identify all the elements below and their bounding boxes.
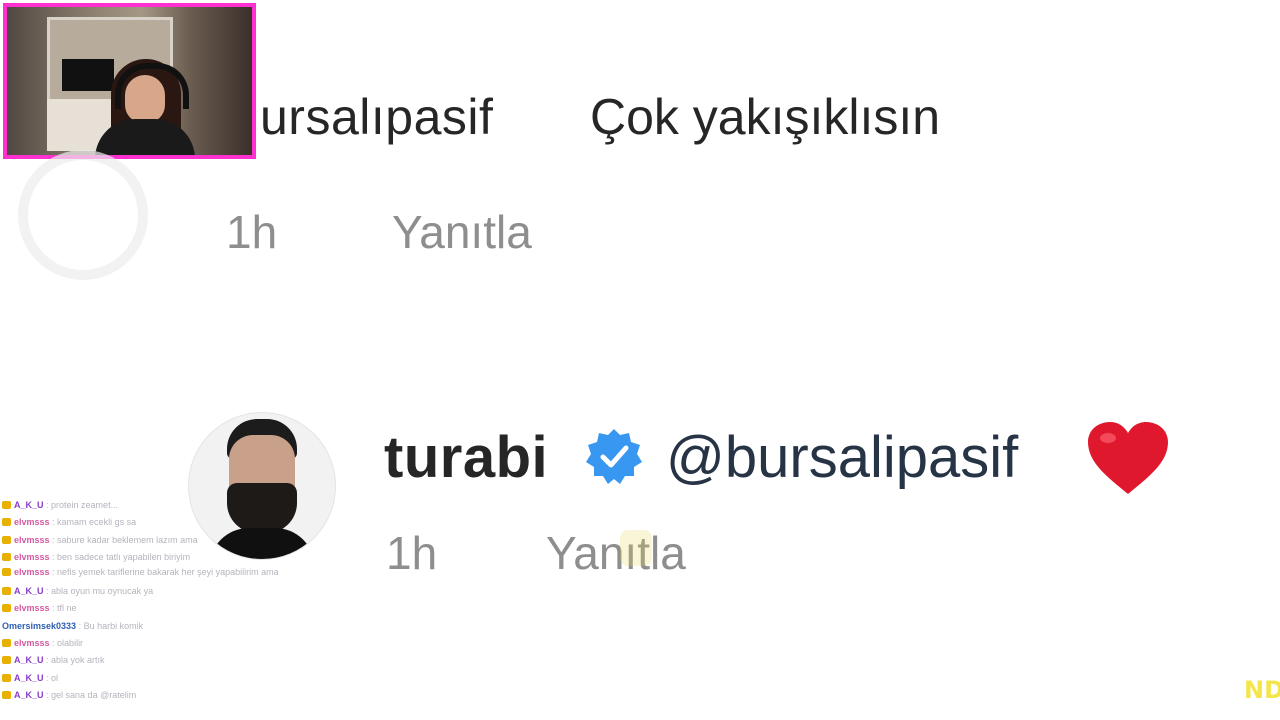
comment-1-username[interactable]: ursalıpasif (260, 88, 493, 146)
chat-text: : tfl ne (52, 603, 77, 614)
comment-2-username[interactable]: turabi (384, 424, 548, 491)
comment-2-reply-button[interactable]: Yanıtla (546, 526, 686, 580)
chat-text: : abla oyun mu oynucak ya (46, 586, 154, 597)
chat-message: elvmsss : olabilir (2, 635, 292, 652)
chat-message: Omersimsek0333 : Bu harbi komik (2, 618, 292, 635)
chat-message: A_K_U : abla oyun mu oynucak ya (2, 583, 292, 600)
stream-chat: A_K_U : protein zeamet... elvmsss : kama… (2, 497, 292, 719)
sub-badge-icon (2, 690, 11, 699)
red-heart-icon (1088, 422, 1168, 494)
chat-message: A_K_U : protein zeamet... (2, 497, 292, 514)
sub-badge-icon (2, 552, 11, 561)
sub-badge-icon (2, 656, 11, 665)
chat-text: : nefis yemek tariflerine bakarak her şe… (52, 567, 279, 578)
chat-text: : olabilir (52, 638, 84, 649)
chat-username[interactable]: A_K_U (14, 586, 44, 596)
comment-1-time: 1h (226, 206, 278, 258)
chat-message: elvmsss : kamam ecekli gs sa (2, 514, 292, 531)
chat-username[interactable]: elvmsss (14, 638, 50, 648)
chat-text: : ol (46, 672, 59, 683)
headset-icon (115, 63, 189, 109)
sub-badge-icon (2, 568, 11, 577)
chat-text: : protein zeamet... (46, 500, 119, 510)
chat-message: elvmsss : tfl ne (2, 600, 292, 617)
chat-message: elvmsss : sabure kadar beklemem lazım am… (2, 532, 292, 549)
comment-1-avatar[interactable] (18, 150, 148, 280)
comment-2-mention[interactable]: @bursalipasif (666, 424, 1018, 491)
chat-username[interactable]: elvmsss (14, 552, 50, 562)
sub-badge-icon (2, 587, 11, 596)
chat-text: : gel sana da @ratelim (46, 689, 137, 700)
chat-username[interactable]: A_K_U (14, 500, 44, 510)
sub-badge-icon (2, 501, 11, 509)
chat-message: elvmsss : nefis yemek tariflerine bakara… (2, 566, 292, 583)
chat-username[interactable]: A_K_U (14, 690, 44, 700)
verified-badge-icon (586, 429, 642, 484)
chat-username[interactable]: A_K_U (14, 673, 44, 683)
sub-badge-icon (2, 518, 11, 527)
chat-username[interactable]: Omersimsek0333 (2, 621, 76, 631)
chat-message: A_K_U : ol (2, 670, 292, 687)
cursor-highlight (620, 530, 652, 566)
webcam-tv (62, 59, 114, 91)
sub-badge-icon (2, 639, 11, 648)
comment-1-text: Çok yakışıklısın (590, 89, 941, 145)
webcam-overlay (3, 3, 256, 159)
sub-badge-icon (2, 604, 11, 613)
chat-username[interactable]: elvmsss (14, 535, 50, 545)
chat-username[interactable]: elvmsss (14, 603, 50, 613)
channel-watermark: ND (1244, 676, 1280, 704)
chat-message: A_K_U : gel sana da @ratelim (2, 687, 292, 704)
chat-username[interactable]: elvmsss (14, 567, 50, 577)
chat-username[interactable]: A_K_U (14, 655, 44, 665)
chat-text: : sabure kadar beklemem lazım ama (52, 534, 198, 545)
chat-text: : Bu harbi komik (78, 620, 144, 631)
chat-message: A_K_U : abla yok artık (2, 652, 292, 669)
sub-badge-icon (2, 535, 11, 544)
chat-text: : ben sadece tatlı yapabilen biriyim (52, 551, 191, 562)
sub-badge-icon (2, 673, 11, 682)
chat-text: : kamam ecekli gs sa (52, 517, 137, 528)
comment-2-time: 1h (386, 527, 438, 579)
chat-message: elvmsss : ben sadece tatlı yapabilen bir… (2, 549, 292, 566)
chat-text: : abla yok artık (46, 655, 105, 666)
comment-1-reply-button[interactable]: Yanıtla (392, 205, 532, 259)
chat-username[interactable]: elvmsss (14, 517, 50, 527)
